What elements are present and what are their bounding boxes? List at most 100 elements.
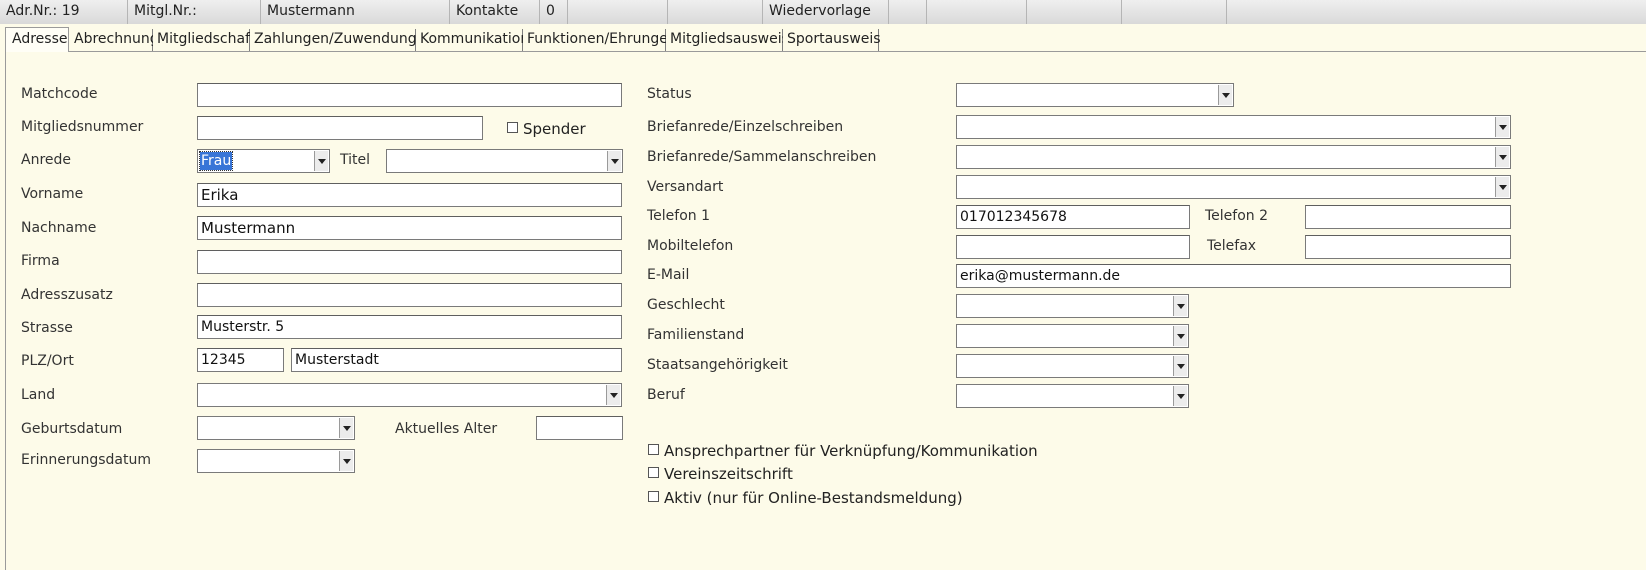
land-value [200,386,202,404]
familienstand-select[interactable] [956,324,1189,348]
checkbox-icon[interactable] [648,444,659,455]
checkbox-icon[interactable] [507,122,518,133]
ansprechpartner-checkbox[interactable]: Ansprechpartner für Verknüpfung/Kommunik… [648,442,1038,460]
tab-abrechnung[interactable]: Abrechnung [70,29,159,51]
briefanrede-einzel-select[interactable] [956,115,1511,139]
telefon1-label: Telefon 1 [647,208,711,224]
matchcode-label: Matchcode [21,86,98,102]
topbar-empty-4 [927,0,1027,24]
contacts-label[interactable]: Kontakte [450,0,540,24]
tab-adresse[interactable]: Adresse [5,27,69,52]
follow-up-label[interactable]: Wiedervorlage [763,0,889,24]
aktuelles-alter-field [536,416,623,440]
chevron-down-icon[interactable] [1173,356,1187,376]
tab-mitgliedschaft[interactable]: Mitgliedschaft [153,29,255,51]
beruf-label: Beruf [647,387,685,403]
chevron-down-icon[interactable] [606,385,620,405]
chevron-down-icon[interactable] [1495,117,1509,137]
topbar-empty-2 [668,0,763,24]
tab-sportausweis[interactable]: Sportausweis [783,29,881,51]
vereinszeitschrift-checkbox[interactable]: Vereinszeitschrift [648,465,793,483]
chevron-down-icon[interactable] [339,451,353,471]
erinnerungsdatum-picker[interactable] [197,449,355,473]
ansprechpartner-label: Ansprechpartner für Verknüpfung/Kommunik… [664,442,1038,460]
plz-input[interactable]: 12345 [197,348,284,372]
briefanrede-sammel-select[interactable] [956,145,1511,169]
checkbox-icon[interactable] [648,491,659,502]
telefax-input[interactable] [1305,235,1511,259]
geburtsdatum-picker[interactable] [197,416,355,440]
chevron-down-icon[interactable] [1495,147,1509,167]
mitgliedsnummer-input[interactable] [197,116,483,140]
topbar-empty-5 [1027,0,1122,24]
erinnerungsdatum-value [200,452,202,470]
chevron-down-icon[interactable] [1173,386,1187,406]
telefax-label: Telefax [1207,238,1257,254]
strasse-label: Strasse [21,320,73,336]
ort-input[interactable]: Musterstadt [291,348,622,372]
tab-funktionen[interactable]: Funktionen/Ehrungen [523,29,677,51]
titel-select[interactable] [386,149,623,173]
staatsangehoerigkeit-label: Staatsangehörigkeit [647,357,788,373]
email-label: E-Mail [647,267,690,283]
member-number: Mitgl.Nr.: [128,0,261,24]
geschlecht-label: Geschlecht [647,297,725,313]
topbar-empty-6 [1122,0,1227,24]
topbar-empty-3 [889,0,927,24]
anrede-label: Anrede [21,152,72,168]
staatsangehoerigkeit-value [959,357,961,375]
versandart-label: Versandart [647,179,724,195]
nachname-label: Nachname [21,220,97,236]
chevron-down-icon[interactable] [1218,85,1232,105]
telefon2-input[interactable] [1305,205,1511,229]
matchcode-input[interactable] [197,83,622,107]
status-select[interactable] [956,83,1234,107]
adresszusatz-label: Adresszusatz [21,287,113,303]
familienstand-value [959,327,961,345]
telefon1-input[interactable]: 017012345678 [956,205,1190,229]
firma-input[interactable] [197,250,622,274]
record-name: Mustermann [261,0,450,24]
geburtsdatum-label: Geburtsdatum [21,421,123,437]
staatsangehoerigkeit-select[interactable] [956,354,1189,378]
briefanrede-einzel-label: Briefanrede/Einzelschreiben [647,119,844,135]
checkbox-icon[interactable] [648,467,659,478]
anrede-select[interactable]: Frau [197,149,330,173]
chevron-down-icon[interactable] [339,418,353,438]
chevron-down-icon[interactable] [1173,326,1187,346]
versandart-select[interactable] [956,175,1511,199]
chevron-down-icon[interactable] [1173,296,1187,316]
aktuelles-alter-label: Aktuelles Alter [395,421,498,437]
mobiltelefon-label: Mobiltelefon [647,238,734,254]
plz-ort-label: PLZ/Ort [21,353,74,369]
briefanrede-sammel-label: Briefanrede/Sammelanschreiben [647,149,877,165]
spender-checkbox[interactable]: Spender [507,120,586,138]
contacts-count: 0 [540,0,568,24]
spender-label: Spender [523,120,586,138]
familienstand-label: Familienstand [647,327,745,343]
aktiv-checkbox[interactable]: Aktiv (nur für Online-Bestandsmeldung) [648,489,963,507]
briefanrede-einzel-value [959,118,961,136]
mitgliedsnummer-label: Mitgliedsnummer [21,119,144,135]
tab-kommunikation[interactable]: Kommunikation [416,29,529,51]
email-input[interactable]: erika@mustermann.de [956,264,1511,288]
chevron-down-icon[interactable] [1495,177,1509,197]
adresszusatz-input[interactable] [197,283,622,307]
tab-mitgliedsausweis[interactable]: Mitgliedsausweis [666,29,789,51]
geschlecht-select[interactable] [956,294,1189,318]
beruf-value [959,387,961,405]
land-select[interactable] [197,383,622,407]
chevron-down-icon[interactable] [314,151,328,171]
tab-zahlungen[interactable]: Zahlungen/Zuwendungen [250,29,434,51]
chevron-down-icon[interactable] [607,151,621,171]
geschlecht-value [959,297,961,315]
mobiltelefon-input[interactable] [956,235,1190,259]
nachname-input[interactable]: Mustermann [197,216,622,240]
firma-label: Firma [21,253,60,269]
topbar-empty-1 [568,0,668,24]
vorname-input[interactable]: Erika [197,183,622,207]
geburtsdatum-value [200,419,202,437]
beruf-select[interactable] [956,384,1189,408]
strasse-input[interactable]: Musterstr. 5 [197,315,622,339]
anrede-value: Frau [198,151,234,171]
